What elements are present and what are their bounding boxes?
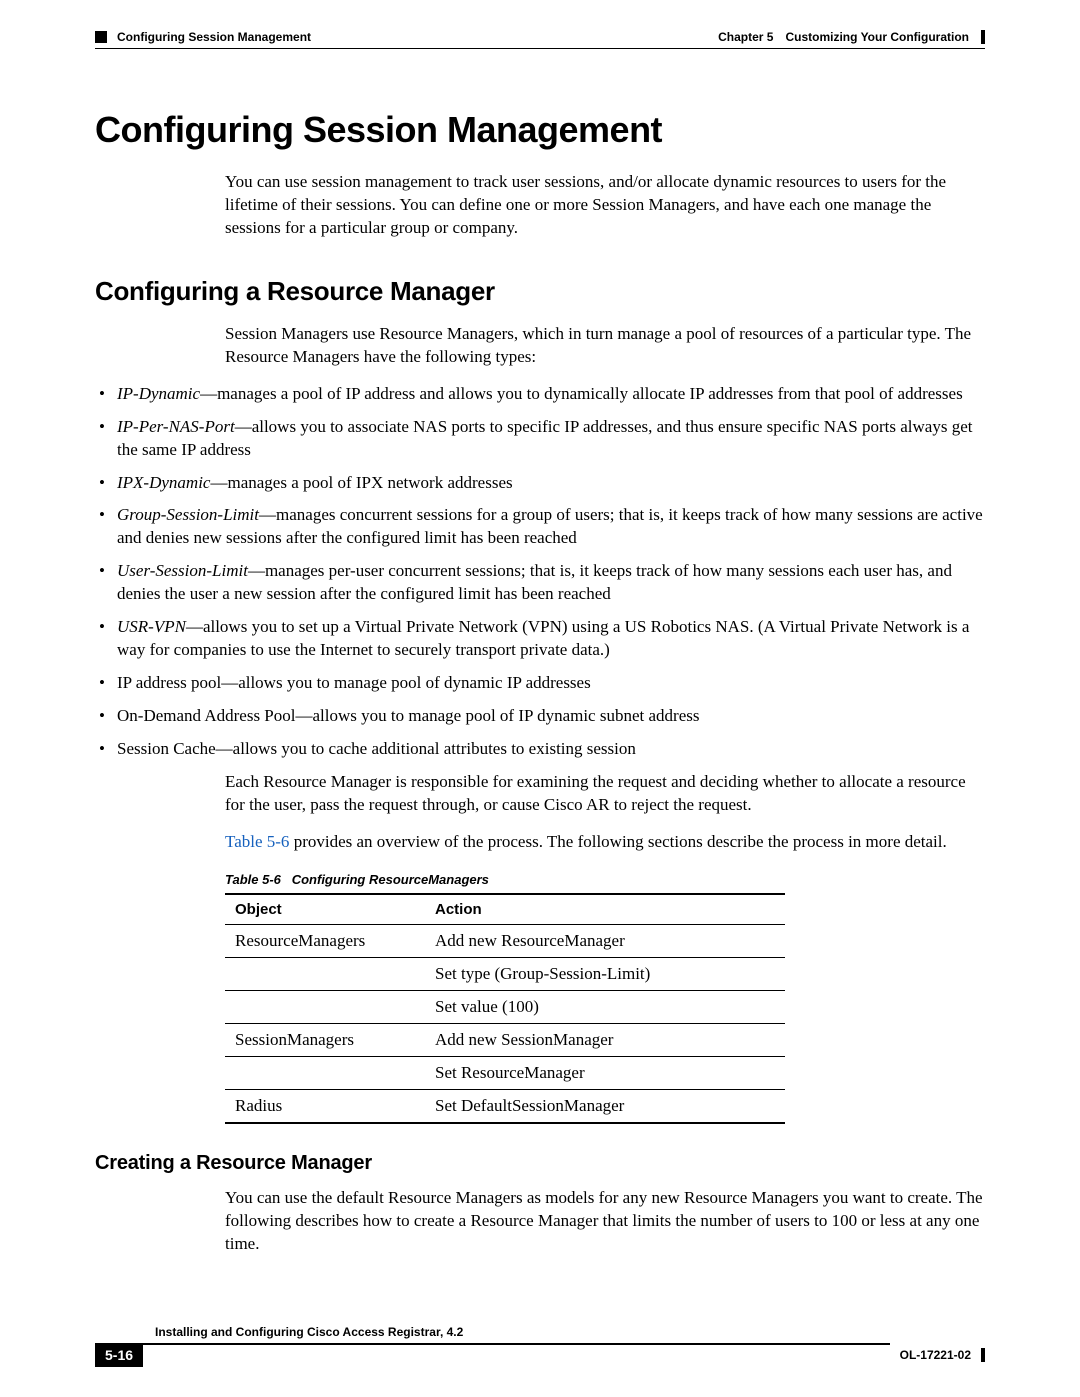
- running-header: Configuring Session Management Chapter 5…: [95, 30, 985, 44]
- header-bar-icon: [981, 30, 985, 44]
- header-section: Configuring Session Management: [117, 30, 311, 44]
- table-intro-rest: provides an overview of the process. The…: [289, 832, 946, 851]
- config-table: Object Action ResourceManagersAdd new Re…: [225, 893, 785, 1124]
- table-header-action: Action: [425, 894, 785, 925]
- table-caption-title: Configuring ResourceManagers: [292, 872, 489, 887]
- table-row: Set ResourceManager: [225, 1056, 785, 1089]
- table-caption-label: Table 5-6: [225, 872, 281, 887]
- table-caption: Table 5-6 Configuring ResourceManagers: [225, 872, 985, 887]
- cell-action: Add new ResourceManager: [425, 924, 785, 957]
- list-item: IP address pool—allows you to manage poo…: [95, 672, 985, 695]
- list-item: Session Cache—allows you to cache additi…: [95, 738, 985, 761]
- list-item-text: —manages a pool of IPX network addresses: [210, 473, 512, 492]
- cell-object: [225, 957, 425, 990]
- table-row: Set value (100): [225, 990, 785, 1023]
- list-item-term: IP-Per-NAS-Port: [117, 417, 235, 436]
- table-row: SessionManagersAdd new SessionManager: [225, 1023, 785, 1056]
- page-footer: Installing and Configuring Cisco Access …: [95, 1325, 985, 1367]
- list-item-term: User-Session-Limit: [117, 561, 248, 580]
- list-item-text: Session Cache—allows you to cache additi…: [117, 739, 636, 758]
- resource-type-list: IP-Dynamic—manages a pool of IP address …: [95, 383, 985, 761]
- intro-paragraph: You can use session management to track …: [225, 171, 985, 240]
- list-item-term: Group-Session-Limit: [117, 505, 259, 524]
- list-item-term: IP-Dynamic: [117, 384, 200, 403]
- list-item-term: IPX-Dynamic: [117, 473, 210, 492]
- footer-bar-icon: [981, 1348, 985, 1362]
- header-chapter-label: Chapter 5: [718, 30, 773, 44]
- list-item: Group-Session-Limit—manages concurrent s…: [95, 504, 985, 550]
- list-item: IP-Per-NAS-Port—allows you to associate …: [95, 416, 985, 462]
- cell-action: Add new SessionManager: [425, 1023, 785, 1056]
- subsection-heading-creating: Creating a Resource Manager: [95, 1152, 985, 1175]
- list-item-text: IP address pool—allows you to manage poo…: [117, 673, 591, 692]
- table-header-object: Object: [225, 894, 425, 925]
- creating-paragraph: You can use the default Resource Manager…: [225, 1187, 985, 1256]
- page-title: Configuring Session Management: [95, 109, 985, 151]
- list-item-term: USR-VPN: [117, 617, 186, 636]
- list-item: USR-VPN—allows you to set up a Virtual P…: [95, 616, 985, 662]
- table-intro-paragraph: Table 5-6 provides an overview of the pr…: [225, 831, 985, 854]
- list-item: IPX-Dynamic—manages a pool of IPX networ…: [95, 472, 985, 495]
- resource-paragraph: Session Managers use Resource Managers, …: [225, 323, 985, 369]
- cell-action: Set value (100): [425, 990, 785, 1023]
- cell-action: Set DefaultSessionManager: [425, 1089, 785, 1123]
- header-chapter-title: Customizing Your Configuration: [785, 30, 969, 44]
- footer-doc-id: OL-17221-02: [900, 1348, 971, 1362]
- cell-action: Set ResourceManager: [425, 1056, 785, 1089]
- cell-object: ResourceManagers: [225, 924, 425, 957]
- cell-object: [225, 990, 425, 1023]
- table-row: RadiusSet DefaultSessionManager: [225, 1089, 785, 1123]
- list-item-text: —manages a pool of IP address and allows…: [200, 384, 963, 403]
- page-number: 5-16: [95, 1343, 143, 1367]
- resource-responsibility-paragraph: Each Resource Manager is responsible for…: [225, 771, 985, 817]
- footer-rule: [143, 1343, 890, 1367]
- list-item-text: —allows you to associate NAS ports to sp…: [117, 417, 972, 459]
- header-square-icon: [95, 31, 107, 43]
- table-row: Set type (Group-Session-Limit): [225, 957, 785, 990]
- cell-action: Set type (Group-Session-Limit): [425, 957, 785, 990]
- list-item: On-Demand Address Pool—allows you to man…: [95, 705, 985, 728]
- cell-object: SessionManagers: [225, 1023, 425, 1056]
- list-item-text: —allows you to set up a Virtual Private …: [117, 617, 969, 659]
- section-heading-resource-manager: Configuring a Resource Manager: [95, 276, 985, 307]
- table-reference-link[interactable]: Table 5-6: [225, 832, 289, 851]
- list-item: User-Session-Limit—manages per-user conc…: [95, 560, 985, 606]
- list-item: IP-Dynamic—manages a pool of IP address …: [95, 383, 985, 406]
- table-row: ResourceManagersAdd new ResourceManager: [225, 924, 785, 957]
- header-rule: [95, 48, 985, 49]
- cell-object: [225, 1056, 425, 1089]
- cell-object: Radius: [225, 1089, 425, 1123]
- list-item-text: On-Demand Address Pool—allows you to man…: [117, 706, 699, 725]
- footer-book-title: Installing and Configuring Cisco Access …: [95, 1325, 985, 1343]
